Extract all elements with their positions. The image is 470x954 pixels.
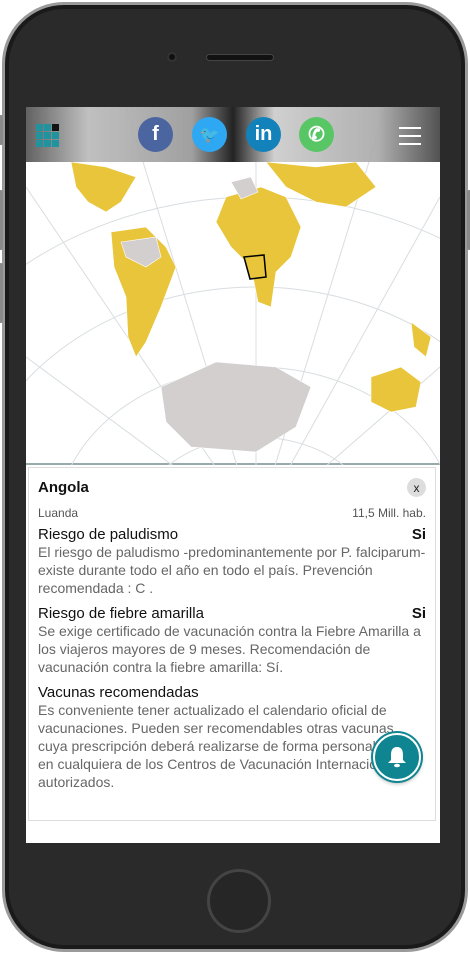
yellow-fever-title: Riesgo de fiebre amarilla (38, 605, 204, 622)
hamburger-menu-icon[interactable] (399, 127, 421, 151)
screen: f 🐦 in ✆ Angola x Luanda 11,5 Mill. hab. R… (26, 107, 440, 843)
top-bar: f 🐦 in ✆ (26, 107, 440, 162)
site-logo[interactable] (36, 124, 59, 147)
speaker (206, 54, 274, 61)
malaria-value: Si (411, 526, 426, 543)
vaccines-title: Vacunas recomendadas (38, 684, 199, 701)
linkedin-icon: in (254, 123, 273, 145)
malaria-title: Riesgo de paludismo (38, 526, 179, 543)
yellow-fever-value: Si (411, 605, 426, 622)
linkedin-share-button[interactable]: in (246, 117, 281, 152)
camera (167, 52, 177, 62)
malaria-text: El riesgo de paludismo -predominantement… (38, 544, 426, 596)
whatsapp-share-button[interactable]: ✆ (299, 117, 334, 152)
twitter-icon: 🐦 (199, 126, 220, 144)
population: 11,5 Mill. hab. (352, 506, 426, 520)
notification-bell-button[interactable] (373, 733, 421, 781)
country-name: Angola (38, 478, 89, 496)
home-button[interactable] (207, 869, 271, 933)
close-button[interactable]: x (407, 478, 426, 497)
angola-highlight (243, 254, 267, 280)
capital: Luanda (38, 506, 79, 520)
facebook-share-button[interactable]: f (138, 117, 173, 152)
vaccines-text: Es conveniente tener actualizado el cale… (38, 702, 410, 790)
facebook-icon: f (152, 123, 159, 145)
bell-icon (388, 747, 406, 768)
yellow-fever-text: Se exige certificado de vacunación contr… (38, 623, 421, 675)
whatsapp-icon: ✆ (308, 124, 325, 146)
twitter-share-button[interactable]: 🐦 (192, 117, 227, 152)
